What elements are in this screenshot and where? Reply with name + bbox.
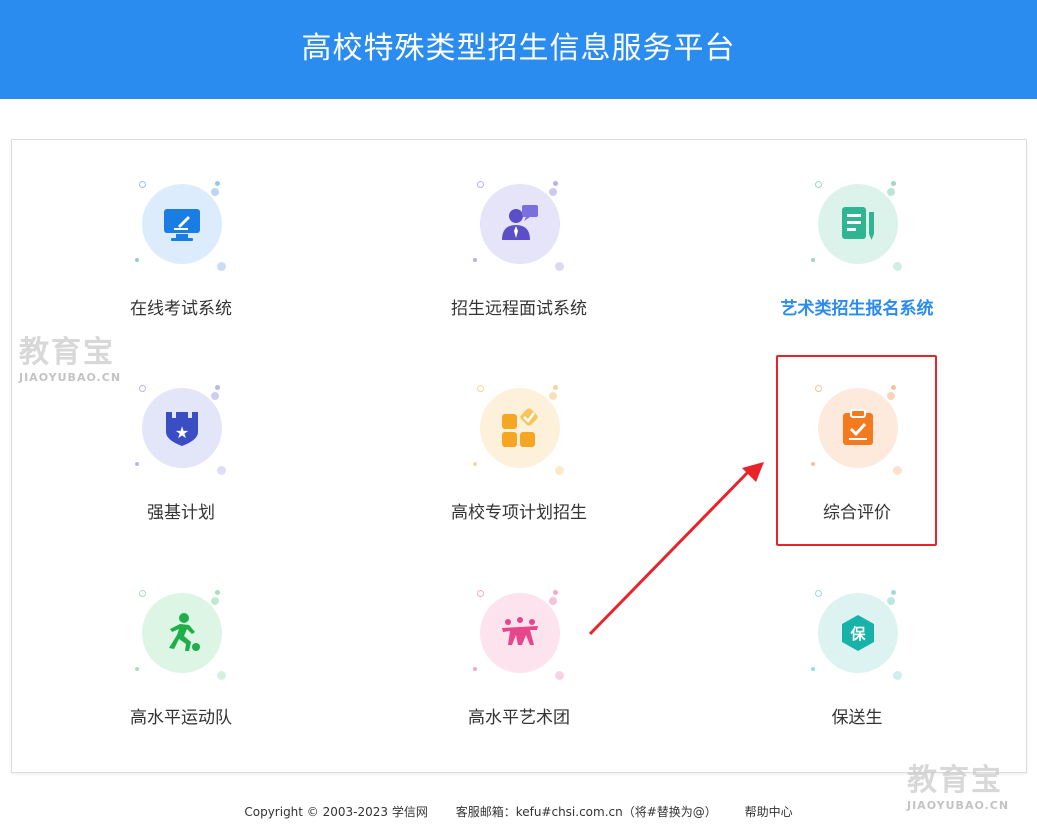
help-center-link[interactable]: 帮助中心 [745, 805, 793, 819]
watermark-subtext: JIAOYUBAO.CN [19, 371, 122, 384]
copyright-text: Copyright © 2003-2023 学信网 [244, 805, 428, 819]
watermark-text: 教育宝 [907, 763, 1003, 798]
watermark-text: 教育宝 [19, 335, 115, 370]
annotation-arrow [588, 462, 764, 636]
support-email-text: 客服邮箱：kefu#chsi.com.cn（将#替换为@） [455, 805, 717, 819]
footer: Copyright © 2003-2023 学信网 客服邮箱：kefu#chsi… [0, 803, 1037, 820]
watermark-left: 教育宝 JIAOYUBAO.CN [19, 327, 121, 384]
